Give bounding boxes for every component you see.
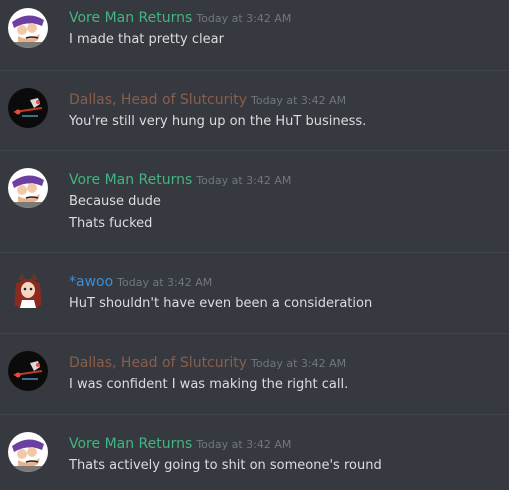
message-text: HuT shouldn't have even been a considera… [69, 296, 373, 311]
timestamp: Today at 3:42 AM [196, 174, 292, 187]
timestamp: Today at 3:42 AM [251, 94, 347, 107]
message-header: Dallas, Head of Slutcurity Today at 3:42 … [69, 353, 346, 371]
message-header: Vore Man Returns Today at 3:42 AM [69, 170, 291, 188]
message-header: Vore Man Returns Today at 3:42 AM [69, 8, 291, 26]
message-group: Dallas, Head of Slutcurity Today at 3:42 … [0, 343, 509, 413]
avatar-vore-man[interactable] [8, 432, 48, 472]
message-divider [0, 252, 509, 253]
avatar-vore-man[interactable] [8, 8, 48, 48]
chat-log: Vore Man Returns Today at 3:42 AM I made … [0, 0, 509, 490]
message-text: Thats fucked [69, 216, 153, 231]
message-group: Dallas, Head of Slutcurity Today at 3:42 … [0, 80, 509, 150]
message-text: I was confident I was making the right c… [69, 377, 349, 392]
message-header: Vore Man Returns Today at 3:42 AM [69, 434, 291, 452]
timestamp: Today at 3:42 AM [196, 12, 292, 25]
timestamp: Today at 3:42 AM [117, 276, 213, 289]
avatar-vore-man[interactable] [8, 168, 48, 208]
timestamp: Today at 3:42 AM [196, 438, 292, 451]
message-group: Vore Man Returns Today at 3:42 AM Because… [0, 160, 509, 250]
message-group: Vore Man Returns Today at 3:42 AM I made … [0, 0, 509, 70]
author-name[interactable]: Vore Man Returns [69, 10, 192, 26]
message-group: Vore Man Returns Today at 3:42 AM Thats a… [0, 424, 509, 490]
author-name[interactable]: Vore Man Returns [69, 436, 192, 452]
message-header: Dallas, Head of Slutcurity Today at 3:42 … [69, 90, 346, 108]
avatar-awoo[interactable] [8, 270, 48, 310]
avatar-dallas[interactable] [8, 351, 48, 391]
message-divider [0, 333, 509, 334]
author-name[interactable]: Dallas, Head of Slutcurity [69, 92, 247, 108]
message-divider [0, 70, 509, 71]
author-name[interactable]: *awoo [69, 274, 113, 290]
author-name[interactable]: Vore Man Returns [69, 172, 192, 188]
message-text: I made that pretty clear [69, 32, 224, 47]
message-text: Because dude [69, 194, 161, 209]
message-header: *awoo Today at 3:42 AM [69, 272, 212, 290]
message-divider [0, 150, 509, 151]
message-text: Thats actively going to shit on someone'… [69, 458, 382, 473]
timestamp: Today at 3:42 AM [251, 357, 347, 370]
author-name[interactable]: Dallas, Head of Slutcurity [69, 355, 247, 371]
avatar-dallas[interactable] [8, 88, 48, 128]
message-text: You're still very hung up on the HuT bus… [69, 114, 367, 129]
message-divider [0, 414, 509, 415]
message-group: *awoo Today at 3:42 AM HuT shouldn't have… [0, 262, 509, 332]
